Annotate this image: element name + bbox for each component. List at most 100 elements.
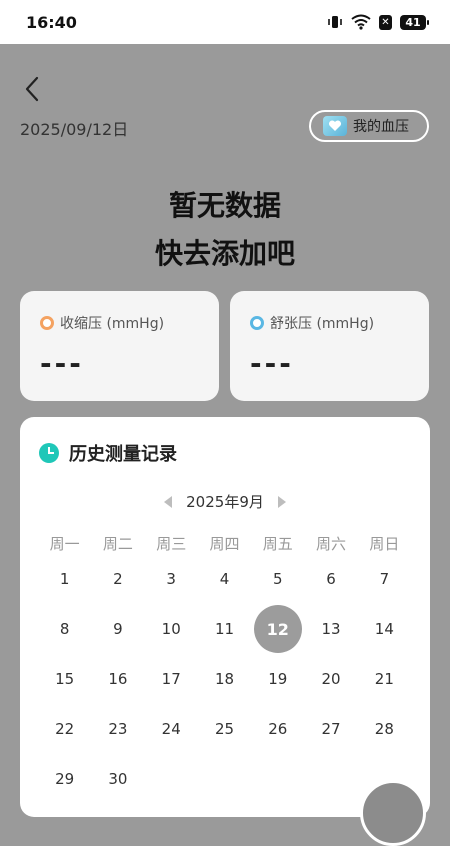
calendar-day-number: 2 [113, 570, 123, 588]
calendar-day-number: 19 [268, 670, 288, 688]
weekday-label: 周日 [369, 535, 400, 553]
weekday-header: 周一 周二 周三 周四 周五 周六 周日 [38, 533, 411, 554]
calendar-day[interactable]: 11 [198, 604, 251, 654]
calendar-day-number: 14 [374, 620, 394, 638]
calendar-day-number: 29 [55, 770, 75, 788]
calendar-day[interactable]: 15 [38, 654, 91, 704]
back-button[interactable] [18, 74, 46, 104]
calendar-day[interactable]: 17 [145, 654, 198, 704]
calendar-day-number: 7 [379, 570, 390, 588]
current-month: 2025年9月 [186, 493, 264, 511]
weekday-label: 周五 [262, 535, 293, 553]
calendar-day-number: 21 [374, 670, 394, 688]
prev-month-icon[interactable] [164, 495, 173, 508]
calendar-day[interactable]: 20 [304, 654, 357, 704]
back-arrow-icon [25, 76, 39, 102]
calendar-day[interactable]: 1 [38, 554, 91, 604]
calendar-day-number: 9 [113, 620, 123, 638]
calendar-day-number: 22 [55, 720, 75, 738]
calendar-day-selected[interactable]: 12 [251, 604, 304, 654]
systolic-card: 收缩压 (mmHg) --- [20, 291, 219, 401]
add-record-button[interactable] [360, 780, 426, 846]
calendar-day-number: 27 [321, 720, 341, 738]
weekday-label: 周三 [156, 535, 187, 553]
diastolic-card: 舒张压 (mmHg) --- [230, 291, 429, 401]
clock-icon [39, 443, 59, 463]
calendar-day-number: 10 [161, 620, 181, 638]
calendar-day[interactable]: 9 [91, 604, 144, 654]
calendar-day[interactable]: 19 [251, 654, 304, 704]
calendar-day[interactable]: 13 [304, 604, 357, 654]
calendar-day-number: 25 [214, 720, 235, 738]
calendar-day[interactable]: 25 [198, 704, 251, 754]
weekday-label: 周六 [316, 535, 347, 553]
calendar-day-number: 3 [166, 570, 176, 588]
calendar-day[interactable]: 3 [145, 554, 198, 604]
history-panel: 历史测量记录 2025年9月 周一 周二 周三 周四 周五 周六 周日 1234… [20, 417, 430, 817]
diastolic-label: 舒张压 (mmHg) [270, 316, 375, 332]
calendar-day[interactable]: 2 [91, 554, 144, 604]
calendar-day-number: 1 [59, 570, 70, 588]
systolic-label: 收缩压 (mmHg) [60, 316, 165, 332]
calendar-day[interactable]: 6 [304, 554, 357, 604]
diastolic-value: --- [250, 347, 294, 380]
calendar-day[interactable]: 28 [358, 704, 411, 754]
blood-pressure-icon [323, 116, 347, 136]
systolic-value: --- [40, 347, 84, 380]
calendar-day[interactable]: 26 [251, 704, 304, 754]
calendar-day[interactable]: 4 [198, 554, 251, 604]
status-time: 16:40 [26, 12, 77, 32]
calendar-day-number: 24 [161, 720, 181, 738]
calendar-day-number: 13 [321, 620, 341, 638]
battery-icon: 41 [400, 14, 429, 30]
month-navigator: 2025年9月 [20, 491, 430, 512]
diastolic-label-row: 舒张压 (mmHg) [250, 313, 374, 333]
calendar-day[interactable]: 22 [38, 704, 91, 754]
no-sim-icon: ✕ [379, 14, 392, 30]
calendar-day-number: 8 [59, 620, 70, 638]
calendar-day[interactable]: 10 [145, 604, 198, 654]
calendar-days: 1 2 3 4 5 6 7 8 9 10 11 12 13 14 15 16 17 18 19 20 21 22 23 24 2… [38, 554, 411, 804]
wifi-icon [351, 14, 371, 30]
status-bar: 16:40 ✕ 41 [0, 0, 450, 44]
vibrate-icon [327, 14, 343, 30]
calendar-day-number: 16 [108, 670, 128, 688]
history-header: 历史测量记录 [39, 440, 177, 466]
calendar-day[interactable]: 7 [358, 554, 411, 604]
next-month-icon[interactable] [277, 495, 286, 508]
calendar-day[interactable]: 16 [91, 654, 144, 704]
status-icons: ✕ 41 [327, 14, 429, 30]
calendar-day-number: 6 [326, 570, 336, 588]
my-blood-pressure-label: 我的血压 [353, 119, 409, 135]
calendar-day[interactable]: 29 [38, 754, 91, 804]
calendar-day[interactable]: 14 [358, 604, 411, 654]
calendar-day[interactable]: 21 [358, 654, 411, 704]
weekday-label: 周二 [102, 535, 133, 553]
empty-state-title: 暂无数据 [168, 189, 281, 222]
calendar-day-number: 28 [374, 720, 394, 738]
calendar-day-number: 17 [161, 670, 181, 688]
calendar-day[interactable]: 18 [198, 654, 251, 704]
calendar-day-number: 4 [219, 570, 230, 588]
calendar-day-number: 15 [55, 670, 75, 688]
calendar-day-number: 30 [108, 770, 128, 788]
systolic-dot-icon [40, 316, 54, 330]
calendar-day-number: 11 [214, 620, 235, 638]
calendar-day[interactable]: 23 [91, 704, 144, 754]
calendar-day[interactable]: 5 [251, 554, 304, 604]
my-blood-pressure-button[interactable]: 我的血压 [309, 110, 429, 142]
systolic-label-row: 收缩压 (mmHg) [40, 313, 164, 333]
calendar-day[interactable]: 30 [91, 754, 144, 804]
calendar-day-number: 26 [268, 720, 288, 738]
calendar-day[interactable]: 24 [145, 704, 198, 754]
calendar-day-number: 20 [321, 670, 341, 688]
weekday-label: 周一 [49, 535, 80, 553]
calendar-day[interactable]: 8 [38, 604, 91, 654]
empty-state-subtitle: 快去添加吧 [154, 237, 295, 270]
calendar-day-number: 23 [108, 720, 128, 738]
calendar-day-number: 5 [273, 570, 283, 588]
diastolic-dot-icon [250, 316, 264, 330]
selected-date: 2025/09/12日 [20, 120, 129, 139]
calendar-day[interactable]: 27 [304, 704, 357, 754]
calendar-day-number: 18 [214, 670, 235, 688]
